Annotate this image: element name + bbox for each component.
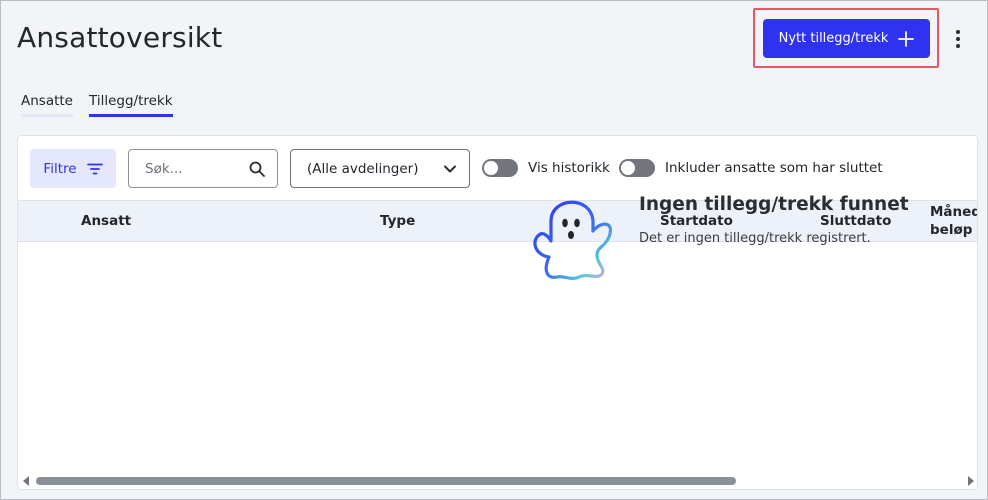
kebab-menu-icon[interactable]	[947, 25, 969, 53]
scroll-left-arrow-icon[interactable]	[23, 476, 29, 486]
filter-button-label: Filtre	[43, 160, 77, 177]
column-header-start-date[interactable]: Startdato	[660, 213, 733, 229]
ghost-icon	[513, 177, 633, 311]
show-history-toggle[interactable]	[482, 159, 518, 177]
empty-state-description: Det er ingen tillegg/trekk registrert.	[639, 231, 871, 246]
tab-bar: Ansatte Tillegg/trekk	[21, 93, 173, 117]
scrollbar-track[interactable]	[36, 477, 961, 485]
column-header-monthly-amount[interactable]: Månedl beløp	[930, 203, 977, 239]
include-terminated-toggle-group: Inkluder ansatte som har sluttet	[619, 159, 883, 177]
tab-supplements-deductions[interactable]: Tillegg/trekk	[89, 93, 173, 117]
show-history-label: Vis historikk	[528, 160, 610, 176]
show-history-toggle-group: Vis historikk	[482, 159, 610, 177]
search-field[interactable]	[128, 149, 278, 188]
column-header-monthly-amount-line1: Månedl	[930, 204, 977, 220]
search-input[interactable]	[145, 159, 245, 179]
column-header-employee[interactable]: Ansatt	[81, 213, 131, 229]
filter-button[interactable]: Filtre	[30, 149, 116, 188]
department-select-value: (Alle avdelinger)	[307, 160, 419, 177]
app-window: Ansattoversikt Nytt tillegg/trekk Ansatt…	[0, 0, 988, 500]
search-icon[interactable]	[249, 161, 265, 177]
scrollbar-thumb[interactable]	[36, 477, 736, 485]
tab-employees[interactable]: Ansatte	[21, 93, 73, 117]
column-header-end-date[interactable]: Sluttdato	[820, 213, 891, 229]
include-terminated-toggle[interactable]	[619, 159, 655, 177]
column-header-type[interactable]: Type	[380, 213, 415, 229]
filter-lines-icon	[86, 163, 103, 174]
chevron-down-icon	[444, 165, 456, 173]
horizontal-scrollbar[interactable]	[18, 471, 977, 489]
content-panel: Filtre (Alle avdelinger) Vis historikk I	[17, 135, 978, 490]
empty-state-title: Ingen tillegg/trekk funnet	[639, 194, 909, 215]
include-terminated-label: Inkluder ansatte som har sluttet	[665, 160, 883, 176]
column-header-monthly-amount-line2: beløp	[930, 222, 973, 238]
plus-icon	[898, 30, 915, 47]
new-button-label: Nytt tillegg/trekk	[778, 31, 889, 46]
scroll-right-arrow-icon[interactable]	[968, 476, 974, 486]
department-select[interactable]: (Alle avdelinger)	[290, 149, 470, 188]
new-supplement-deduction-button[interactable]: Nytt tillegg/trekk	[763, 19, 930, 58]
page-title: Ansattoversikt	[17, 21, 223, 54]
